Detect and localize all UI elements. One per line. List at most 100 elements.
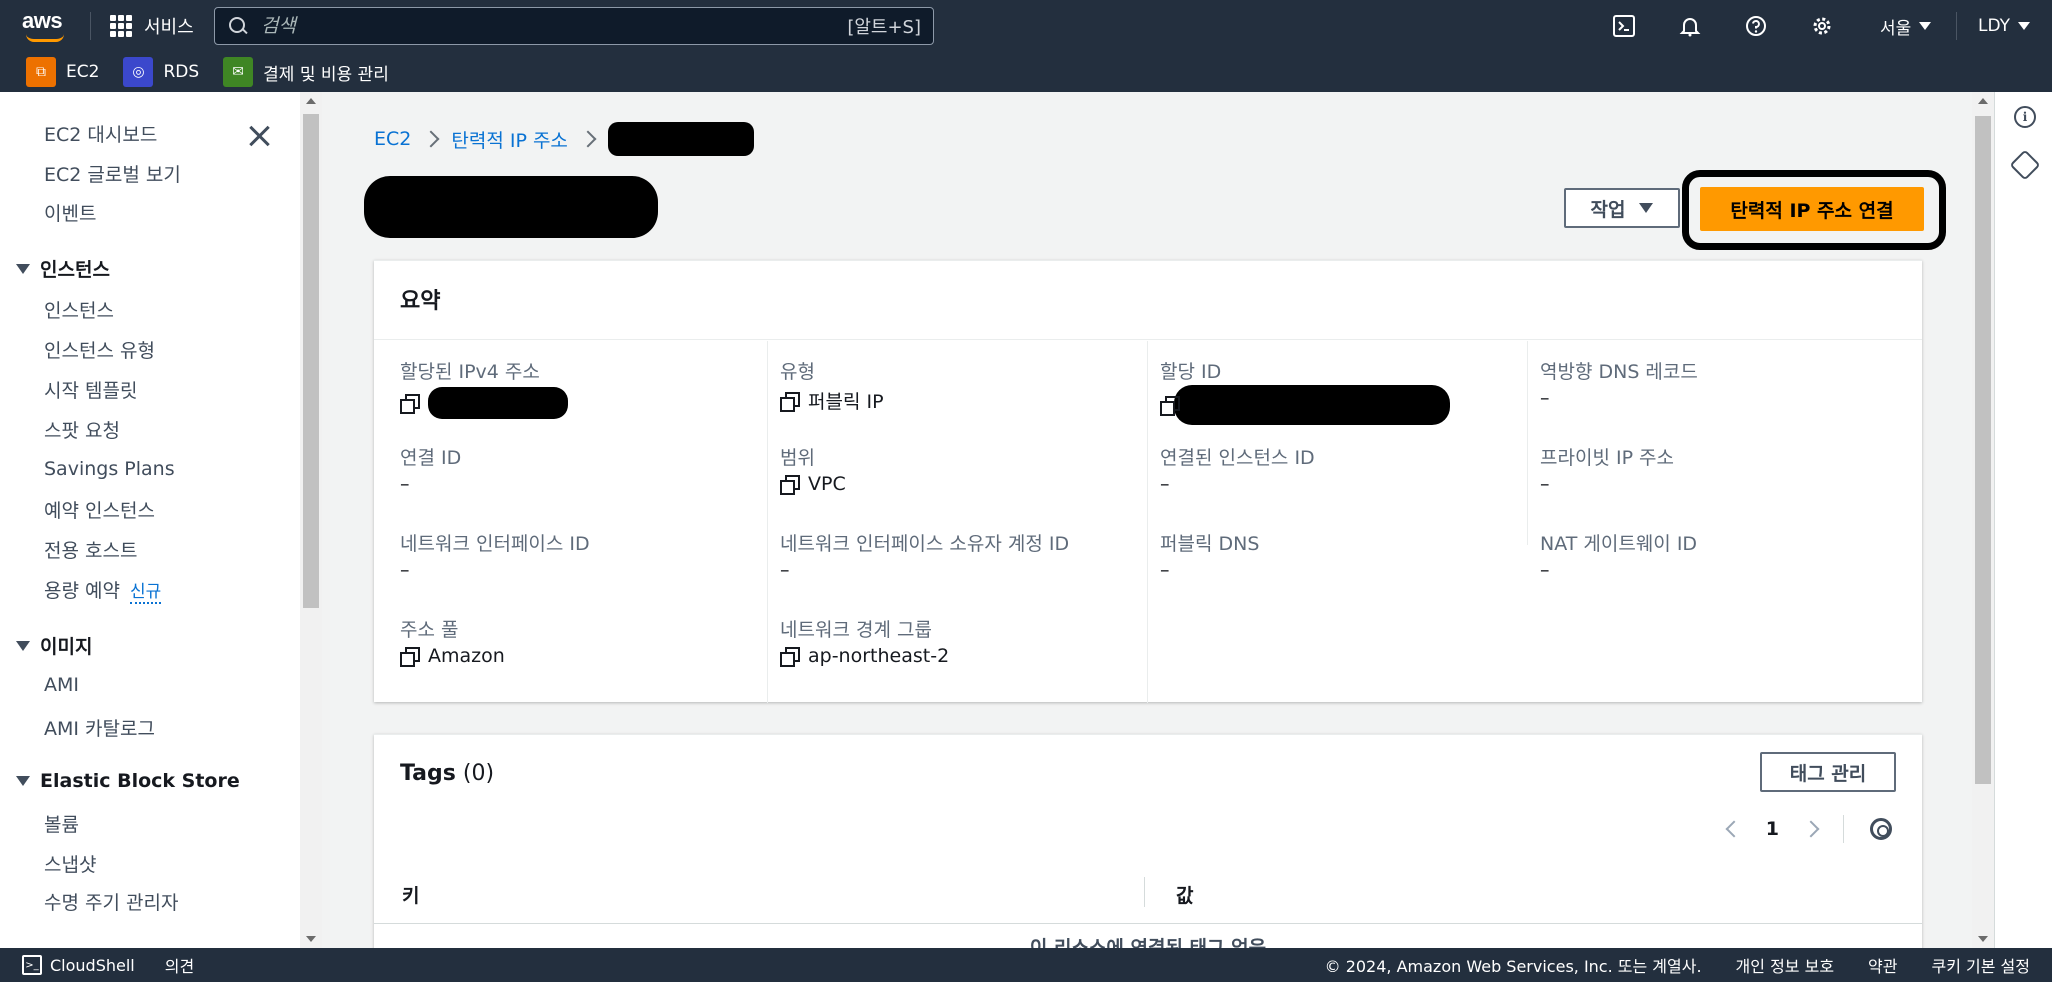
sidebar-section-images[interactable]: 이미지 — [16, 632, 92, 659]
value-text: 퍼블릭 IP — [808, 391, 884, 413]
pagination: 1 — [1725, 815, 1892, 843]
copy-icon[interactable] — [400, 394, 420, 414]
sidebar-item-volumes[interactable]: 볼륨 — [44, 810, 79, 837]
field-value-reverse-dns: – — [1540, 387, 1550, 409]
field-label-ipv4: 할당된 IPv4 주소 — [400, 361, 540, 383]
redacted-ipv4 — [428, 387, 568, 419]
terms-link[interactable]: 약관 — [1868, 953, 1897, 977]
sidebar-item-instance-types[interactable]: 인스턴스 유형 — [44, 336, 155, 363]
account-menu[interactable]: LDY — [1978, 12, 2031, 40]
favorite-rds[interactable]: ◎ RDS — [123, 57, 199, 87]
cookie-preferences-link[interactable]: 쿠키 기본 설정 — [1932, 953, 2031, 977]
chevron-right-icon — [422, 130, 440, 148]
cloudshell-icon[interactable] — [1610, 12, 1638, 40]
favorite-billing[interactable]: ✉ 결제 및 비용 관리 — [223, 57, 389, 87]
favorite-label: EC2 — [66, 62, 100, 82]
favorite-ec2[interactable]: ⧉ EC2 — [26, 57, 99, 87]
right-tools-rail: i — [1994, 92, 2052, 948]
scrollbar-thumb[interactable] — [303, 114, 319, 608]
actions-dropdown-button[interactable]: 작업 — [1564, 188, 1680, 228]
field-value-nat-gateway: – — [1540, 559, 1550, 581]
field-value-network-border-group: ap-northeast-2 — [780, 645, 949, 667]
top-navigation: aws 서비스 [알트+S] 서울 LDY — [0, 0, 2052, 52]
sidebar-item-dedicated-hosts[interactable]: 전용 호스트 — [44, 536, 137, 563]
cloudshell-label: CloudShell — [50, 955, 135, 975]
main-scrollbar[interactable] — [1972, 92, 1994, 948]
scroll-up-icon[interactable] — [306, 98, 316, 104]
field-value-private-ip: – — [1540, 473, 1550, 495]
column-header-value[interactable]: 값 — [1176, 881, 1193, 908]
redacted-current-page — [607, 122, 754, 156]
field-value-association-id: – — [400, 473, 410, 495]
previous-page-icon[interactable] — [1725, 820, 1743, 838]
bell-icon[interactable] — [1676, 12, 1704, 40]
next-page-icon[interactable] — [1802, 820, 1820, 838]
search-shortcut-hint: [알트+S] — [847, 17, 921, 38]
copy-icon[interactable] — [780, 475, 800, 495]
field-label-allocation-id: 할당 ID — [1160, 361, 1222, 383]
breadcrumb-ec2-link[interactable]: EC2 — [374, 128, 411, 150]
copy-icon[interactable] — [1160, 396, 1180, 416]
copy-icon[interactable] — [780, 391, 800, 412]
info-icon[interactable]: i — [2014, 106, 2036, 128]
copyright-text: © 2024, Amazon Web Services, Inc. 또는 계열사… — [1324, 957, 1702, 976]
feedback-link[interactable]: 의견 — [165, 953, 194, 977]
column-divider — [1147, 341, 1148, 703]
scroll-up-icon[interactable] — [1978, 98, 1988, 104]
sidebar-item-instances[interactable]: 인스턴스 — [44, 296, 114, 323]
field-value-allocation-id — [1160, 385, 1450, 425]
sidebar-item-lifecycle-manager[interactable]: 수명 주기 관리자 — [44, 888, 178, 915]
table-preferences-gear-icon[interactable] — [1870, 818, 1892, 840]
sidebar-item-reserved-instances[interactable]: 예약 인스턴스 — [44, 496, 155, 523]
sidebar-item-ami[interactable]: AMI — [44, 674, 79, 696]
sidebar-item-launch-templates[interactable]: 시작 템플릿 — [44, 376, 137, 403]
tags-title-text: Tags — [400, 761, 456, 786]
field-label-network-border-group: 네트워크 경계 그룹 — [780, 619, 932, 641]
sidebar-item-events[interactable]: 이벤트 — [44, 199, 96, 226]
cloudshell-button[interactable]: >_ CloudShell — [22, 955, 135, 975]
aws-logo[interactable]: aws — [22, 8, 70, 44]
summary-panel: 요약 할당된 IPv4 주소 유형 퍼블릭 IP 할당 ID 역방향 DNS 레… — [374, 260, 1922, 703]
privacy-link[interactable]: 개인 정보 보호 — [1736, 953, 1835, 977]
divider — [374, 339, 1922, 340]
sidebar-item-capacity-reservations[interactable]: 용량 예약 신규 — [44, 576, 162, 604]
scroll-down-icon[interactable] — [1978, 936, 1988, 942]
field-label-eni-id: 네트워크 인터페이스 ID — [400, 533, 590, 555]
sidebar-item-ami-catalog[interactable]: AMI 카탈로그 — [44, 714, 155, 741]
sidebar-scrollbar[interactable] — [300, 92, 322, 948]
breadcrumb-elastic-ip-link[interactable]: 탄력적 IP 주소 — [451, 126, 568, 153]
column-header-key[interactable]: 키 — [402, 881, 419, 908]
copy-icon[interactable] — [400, 647, 420, 667]
help-icon[interactable] — [1742, 12, 1770, 40]
associate-elastic-ip-button[interactable]: 탄력적 IP 주소 연결 — [1700, 187, 1924, 231]
logo-text: aws — [22, 8, 63, 33]
field-value-type: 퍼블릭 IP — [780, 387, 884, 414]
copy-icon[interactable] — [780, 647, 800, 667]
close-sidebar-icon[interactable] — [246, 122, 274, 150]
scrollbar-thumb[interactable] — [1975, 116, 1991, 784]
field-value-scope: VPC — [780, 473, 846, 495]
sidebar-item-global-view[interactable]: EC2 글로벌 보기 — [44, 160, 181, 187]
sidebar-item-ec2-dashboard[interactable]: EC2 대시보드 — [44, 120, 157, 147]
caret-down-icon — [1919, 22, 1932, 30]
search-input[interactable] — [261, 15, 848, 37]
manage-tags-button[interactable]: 태그 관리 — [1760, 752, 1896, 792]
region-selector[interactable]: 서울 — [1880, 12, 1932, 40]
favorite-label: RDS — [163, 62, 200, 82]
sidebar-section-ebs[interactable]: Elastic Block Store — [16, 770, 240, 792]
field-label-scope: 범위 — [780, 447, 815, 469]
column-resize-divider[interactable] — [1144, 877, 1145, 907]
breadcrumb: EC2 탄력적 IP 주소 — [374, 122, 754, 156]
summary-title: 요약 — [400, 289, 441, 314]
sidebar-item-snapshots[interactable]: 스냅샷 — [44, 850, 96, 877]
tutorial-hexagon-icon[interactable] — [2009, 149, 2041, 181]
sidebar-item-savings-plans[interactable]: Savings Plans — [44, 458, 175, 480]
sidebar-item-spot-requests[interactable]: 스팟 요청 — [44, 416, 120, 443]
current-page-number[interactable]: 1 — [1766, 818, 1779, 840]
settings-gear-icon[interactable] — [1808, 12, 1836, 40]
scroll-down-icon[interactable] — [306, 936, 316, 942]
search-bar[interactable]: [알트+S] — [214, 7, 934, 45]
services-menu-button[interactable]: 서비스 — [110, 12, 194, 40]
tags-count: (0) — [462, 761, 495, 786]
sidebar-section-instances[interactable]: 인스턴스 — [16, 255, 110, 282]
